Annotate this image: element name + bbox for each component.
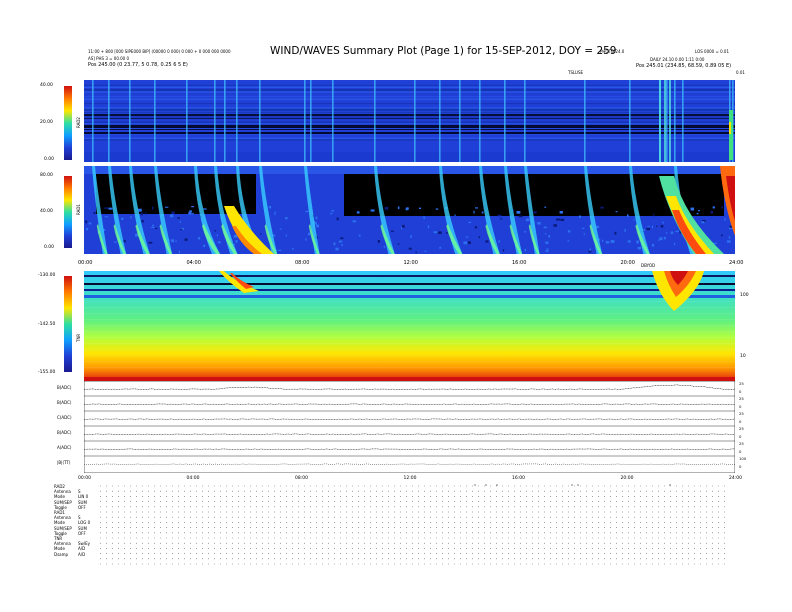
tnr-stripe (84, 349, 735, 351)
rad1-annotation: DBYOD (641, 263, 656, 268)
rad1-xtick-label: 12:00 (404, 260, 418, 266)
mag-series-line (84, 463, 735, 465)
mag-xtick-label: 16:00 (512, 475, 525, 481)
tnr-dark-band (84, 289, 735, 291)
summary-plot-page: 11:00 + 800 [000 SIPE000 BIP] (00000 0 0… (0, 0, 792, 612)
rad1-xtick-label: 16:00 (512, 260, 526, 266)
mag-right-tick: 25 (739, 396, 744, 401)
mag-right-tick: 0 (739, 434, 742, 439)
mag-series-line (84, 448, 735, 450)
tnr-right-tick-100: 100 (740, 293, 749, 298)
mag-right-tick: 25 (739, 441, 744, 446)
rad1-xtick-label: 00:00 (78, 260, 92, 266)
tnr-dark-band (84, 295, 735, 298)
status-dot-rows (100, 484, 725, 565)
tnr-stripe (84, 337, 735, 339)
tnr-ytick-mid: -142.50 (38, 322, 56, 327)
tnr-dark-band (84, 283, 735, 285)
tnr-canvas (84, 271, 735, 381)
mag-right-tick: 0 (739, 464, 742, 469)
mag-right-tick: 0 (739, 419, 742, 424)
status-row-label: Dsamp (54, 551, 69, 557)
mag-series-line (84, 384, 735, 390)
tnr-ylabel: TNR (76, 333, 81, 342)
tnr-stripe (84, 307, 735, 309)
rad1-xtick-label: 24:00 (729, 260, 743, 266)
status-row-value: OFF (78, 504, 86, 510)
tnr-colorbar (64, 276, 72, 372)
tnr-spectrogram (84, 271, 735, 381)
mag-series-label: B(ADC) (57, 430, 72, 435)
status-row-value: A/D (78, 551, 86, 557)
tnr-right-tick-10: 10 (740, 354, 746, 359)
mag-right-tick: 0 (739, 404, 742, 409)
mag-xtick-label: 24:00 (729, 475, 742, 481)
rad1-xtick-label: 08:00 (295, 260, 309, 266)
tnr-stripe (84, 355, 735, 357)
tnr-ytick-top: -130.00 (38, 273, 56, 278)
mag-series-label: A(ADC) (57, 445, 72, 450)
tnr-stripe (84, 325, 735, 327)
mag-right-tick: 0 (739, 389, 742, 394)
mag-right-tick: 100 (739, 456, 747, 461)
mag-series-label: B(ADC) (57, 400, 72, 405)
mag-xtick-label: 00:00 (78, 475, 91, 481)
mag-series-label: B(ADC) (57, 385, 72, 390)
mag-xtick-label: 08:00 (295, 475, 308, 481)
mag-series-line (84, 433, 735, 435)
tnr-stripe (84, 331, 735, 333)
rad1-xtick-label: 20:00 (621, 260, 635, 266)
tnr-stripe (84, 319, 735, 321)
magnetometer-panels (84, 381, 735, 473)
mag-right-tick: 0 (739, 449, 742, 454)
mag-right-tick: 25 (739, 426, 744, 431)
tnr-stripe (84, 361, 735, 363)
mag-xtick-label: 04:00 (187, 475, 200, 481)
status-row-value: OFF (78, 530, 86, 536)
rad1-xtick-label: 04:00 (187, 260, 201, 266)
tnr-ytick-bottom: -155.00 (38, 370, 56, 375)
mag-frame (84, 381, 735, 473)
tnr-stripe (84, 343, 735, 345)
mag-series-line (84, 418, 735, 420)
mag-right-tick: 25 (739, 411, 744, 416)
tnr-stripe (84, 301, 735, 303)
tnr-dark-band (84, 275, 735, 277)
mag-series-line (84, 403, 735, 405)
tnr-stripe (84, 367, 735, 369)
mag-right-tick: 25 (739, 381, 744, 386)
mag-series-label: |B|(TT) (57, 460, 71, 465)
mag-series-label: C(ADC) (57, 415, 72, 420)
tnr-stripe (84, 313, 735, 315)
mag-xtick-label: 20:00 (621, 475, 634, 481)
mag-xtick-label: 12:00 (404, 475, 417, 481)
